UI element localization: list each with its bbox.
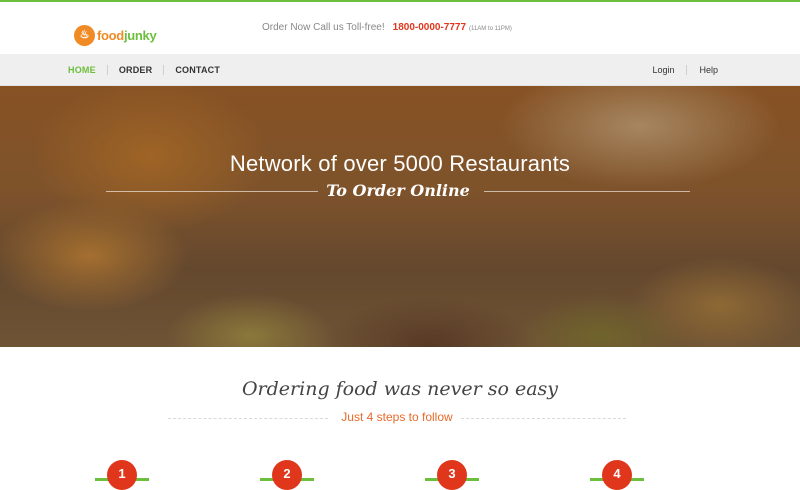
steps-section-subtitle: Just 4 steps to follow [341,410,453,424]
phone-hours: (11AM to 11PM) [469,26,512,32]
logo-text-junky: junky [123,28,157,43]
nav-right-group: Login Help [652,54,718,86]
step-badge-3: 3 [437,460,467,490]
phone-number[interactable]: 1800-0000-7777 [393,22,466,33]
nav-home-link[interactable]: HOME [68,65,96,75]
steps-section: Ordering food was never so easy Just 4 s… [0,347,800,490]
login-link[interactable]: Login [652,65,674,75]
hero-divider-right [484,191,690,192]
step-badge-1: 1 [107,460,137,490]
hero-overlay [0,86,800,347]
nav-contact-link[interactable]: CONTACT [175,65,220,75]
fork-knife-icon: ♨ [74,25,95,46]
step-badge-2: 2 [272,460,302,490]
logo-text: foodjunky [97,28,157,43]
order-phone-line: Order Now Call us Toll-free! 1800-0000-7… [262,22,512,33]
nav-separator [106,65,108,75]
logo-text-food: food [97,28,124,43]
header: ♨ foodjunky Order Now Call us Toll-free!… [0,2,800,54]
logo[interactable]: ♨ foodjunky [74,25,157,46]
hero-title: Network of over 5000 Restaurants [229,151,571,176]
order-now-text: Order Now Call us Toll-free! [262,22,385,33]
nav-order-link[interactable]: ORDER [119,65,153,75]
hero-banner: Network of over 5000 Restaurants To Orde… [0,86,800,347]
main-nav: HOME ORDER CONTACT Login Help [0,54,800,86]
steps-subtitle-row: Just 4 steps to follow [168,410,626,426]
hero-subtitle-row: To Order Online [106,181,690,201]
nav-left-group: HOME ORDER CONTACT [68,54,220,86]
nav-separator [686,65,688,75]
dashed-divider-right [461,418,626,419]
nav-separator [163,65,165,75]
steps-section-title: Ordering food was never so easy [241,378,559,400]
step-badge-4: 4 [602,460,632,490]
help-link[interactable]: Help [699,65,718,75]
